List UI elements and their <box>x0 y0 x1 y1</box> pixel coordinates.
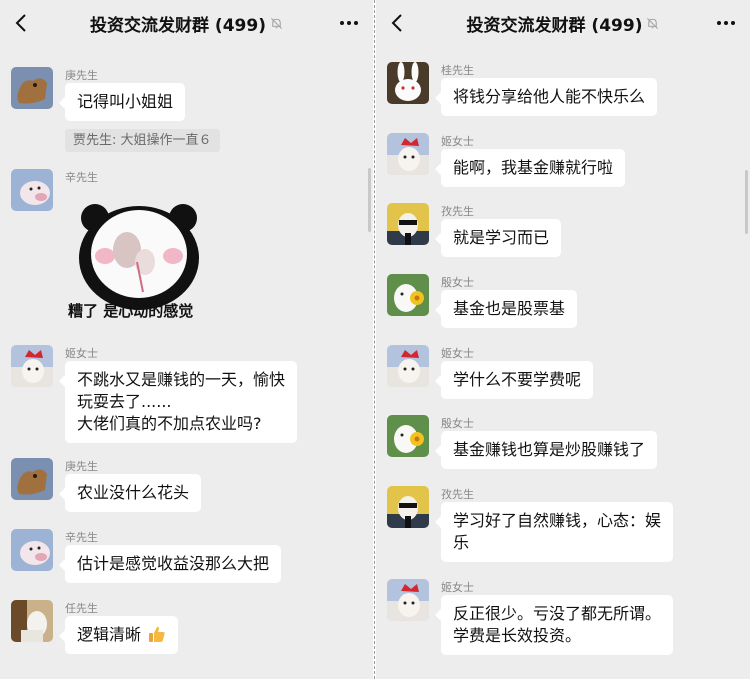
avatar[interactable] <box>387 579 429 621</box>
chat-panel-right: 投资交流发财群 (499) 桂先生 将钱分享给他人能不快乐么 姬女士 能啊，我基… <box>376 0 750 679</box>
chat-header: 投资交流发财群 (499) <box>0 0 373 46</box>
message-bubble[interactable]: 学习好了自然赚钱，心态：娱 乐 <box>434 502 674 562</box>
message-bubble[interactable]: 基金赚钱也算是炒股赚钱了 <box>434 431 658 469</box>
sender-name: 姬女士 <box>441 347 474 360</box>
sender-name: 辛先生 <box>65 171 98 184</box>
avatar[interactable] <box>11 169 53 211</box>
sender-name: 孜先生 <box>441 488 474 501</box>
message-text: 估计是感觉收益没那么大把 <box>77 554 270 573</box>
sender-name: 殷女士 <box>441 417 474 430</box>
message-bubble[interactable]: 反正很少。亏没了都无所谓。 学费是长效投资。 <box>434 595 674 655</box>
avatar[interactable] <box>387 62 429 104</box>
chat-title: 投资交流发财群 (499) <box>90 11 283 36</box>
sender-name: 任先生 <box>65 602 98 615</box>
avatar[interactable] <box>11 600 53 642</box>
sender-name: 姬女士 <box>441 581 474 594</box>
chat-title: 投资交流发财群 (499) <box>467 11 660 36</box>
muted-bell-icon <box>647 17 659 29</box>
message-text-line: 玩耍去了...... <box>77 392 172 411</box>
sender-name: 庚先生 <box>65 69 98 82</box>
avatar[interactable] <box>11 458 53 500</box>
avatar[interactable] <box>387 274 429 316</box>
back-arrow-icon[interactable] <box>390 13 406 33</box>
avatar[interactable] <box>11 529 53 571</box>
muted-bell-icon <box>271 17 282 29</box>
message-bubble[interactable]: 就是学习而已 <box>434 219 562 257</box>
message-bubble[interactable]: 将钱分享给他人能不快乐么 <box>434 78 658 116</box>
more-options-icon[interactable] <box>339 14 359 32</box>
message-text-line: 学习好了自然赚钱，心态：娱 <box>453 511 662 530</box>
message-text: 就是学习而已 <box>453 228 550 247</box>
message-bubble[interactable]: 估计是感觉收益没那么大把 <box>58 545 282 583</box>
sender-name: 辛先生 <box>65 531 98 544</box>
avatar[interactable] <box>11 345 53 387</box>
thumbs-up-icon <box>149 626 165 642</box>
message-text-line: 乐 <box>453 533 470 552</box>
sender-name: 殷女士 <box>441 276 474 289</box>
avatar[interactable] <box>387 486 429 528</box>
avatar[interactable] <box>387 345 429 387</box>
panel-divider <box>374 0 375 679</box>
back-arrow-icon[interactable] <box>14 13 30 33</box>
avatar[interactable] <box>387 133 429 175</box>
sticker-caption: 糟了 是心动的感觉 <box>68 302 194 320</box>
message-text: 基金也是股票基 <box>453 299 566 318</box>
scrollbar[interactable] <box>368 168 371 232</box>
message-bubble[interactable]: 逻辑清晰 <box>58 616 179 654</box>
message-text-line: 反正很少。亏没了都无所谓。 <box>453 604 662 623</box>
scrollbar[interactable] <box>745 170 748 234</box>
message-text-line: 大佬们真的不加点农业吗? <box>77 414 262 433</box>
message-text: 农业没什么花头 <box>77 483 190 502</box>
message-text: 能啊，我基金赚就行啦 <box>453 158 614 177</box>
chat-header: 投资交流发财群 (499) <box>376 0 750 46</box>
message-bubble[interactable]: 能啊，我基金赚就行啦 <box>434 149 626 187</box>
message-text: 基金赚钱也算是炒股赚钱了 <box>453 440 646 459</box>
avatar[interactable] <box>387 203 429 245</box>
avatar[interactable] <box>11 67 53 109</box>
message-text: 将钱分享给他人能不快乐么 <box>453 87 646 106</box>
quoted-reply[interactable]: 贾先生: 大姐操作一直６ <box>65 129 220 152</box>
chat-panel-left: 投资交流发财群 (499) 庚先生 记得叫小姐姐 贾先生: 大姐操作一直６ 辛先… <box>0 0 373 679</box>
more-options-icon[interactable] <box>716 14 736 32</box>
chat-title-text: 投资交流发财群 (499) <box>466 15 643 36</box>
sender-name: 姬女士 <box>65 347 98 360</box>
sender-name: 桂先生 <box>441 64 474 77</box>
message-bubble[interactable]: 农业没什么花头 <box>58 474 202 512</box>
message-text-line: 学费是长效投资。 <box>453 626 582 645</box>
message-bubble[interactable]: 学什么不要学费呢 <box>434 361 594 399</box>
message-bubble[interactable]: 基金也是股票基 <box>434 290 578 328</box>
message-bubble[interactable]: 不跳水又是赚钱的一天，愉快 玩耍去了...... 大佬们真的不加点农业吗? <box>58 361 298 443</box>
sender-name: 孜先生 <box>441 205 474 218</box>
chat-title-text: 投资交流发财群 (499) <box>90 15 266 36</box>
message-text: 记得叫小姐姐 <box>77 92 174 111</box>
message-text-line: 不跳水又是赚钱的一天，愉快 <box>77 370 286 389</box>
sender-name: 庚先生 <box>65 460 98 473</box>
quoted-text: 贾先生: 大姐操作一直６ <box>73 133 212 148</box>
message-bubble[interactable]: 记得叫小姐姐 <box>58 83 186 121</box>
message-text: 逻辑清晰 <box>77 625 142 644</box>
sender-name: 姬女士 <box>441 135 474 148</box>
message-text: 学什么不要学费呢 <box>453 370 582 389</box>
avatar[interactable] <box>387 415 429 457</box>
